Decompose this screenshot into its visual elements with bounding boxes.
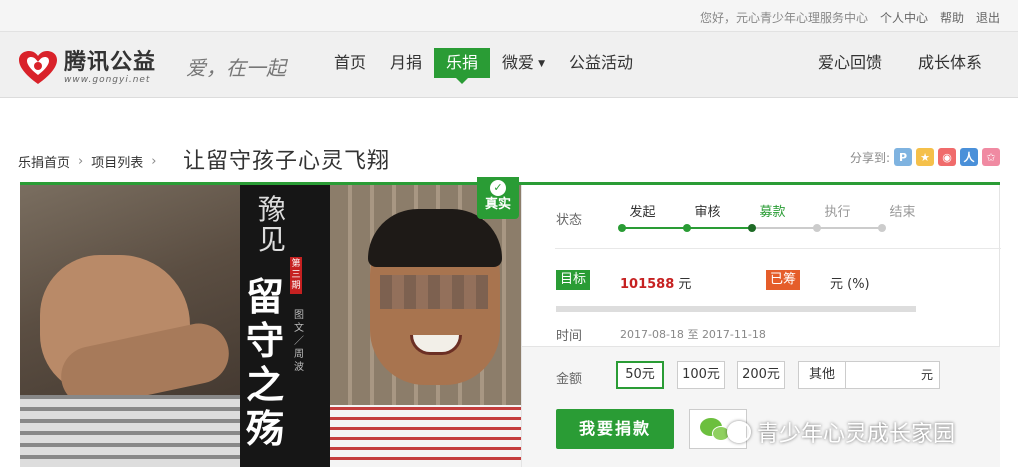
start-date: 2017-08-18: [620, 328, 684, 341]
verified-label: 真实: [484, 197, 511, 212]
step-execution: 执行: [824, 205, 851, 220]
main-nav: 首页 月捐 乐捐 微爱 ▼ 公益活动: [322, 48, 645, 84]
brand-url: www.gongyi.net: [64, 75, 151, 85]
weibo-icon[interactable]: ◉: [938, 148, 956, 166]
target-unit: 元: [678, 277, 692, 292]
top-bar: 您好，元心青少年心理服务中心 个人中心 帮助 退出: [0, 0, 1018, 32]
project-photo: 豫见 第三期 留守之殇 图文／周波: [20, 185, 521, 467]
nav-item-activities[interactable]: 公益活动: [557, 48, 645, 78]
nav-item-weiai[interactable]: 微爱 ▼: [490, 48, 557, 78]
watermark-text: 青少年心灵成长家园: [757, 422, 956, 447]
nav-item-monthly[interactable]: 月捐: [378, 48, 434, 78]
watermark: 青少年心灵成长家园: [727, 416, 955, 448]
fundraising-progress-bar: [556, 306, 916, 312]
nav-item-weiai-label: 微爱: [502, 53, 535, 72]
project-status-panel: 状态 发起 审核 募款 执行 结束 目标 101588 元 已筹 元 (%) 时…: [521, 185, 1001, 347]
share-bar: 分享到: P ★ ◉ 人 ✩: [850, 148, 1000, 166]
renren-icon[interactable]: 人: [960, 148, 978, 166]
step-dot: [813, 224, 821, 232]
chevron-right-icon: ›: [78, 154, 84, 169]
raised-tag: 已筹: [766, 270, 801, 290]
step-initiated: 发起: [629, 205, 656, 220]
logout-link[interactable]: 退出: [976, 9, 1000, 26]
issue-label: 第三期: [290, 257, 302, 294]
brand-name: 腾讯公益: [64, 50, 157, 75]
time-range: 2017-08-18 至 2017-11-18: [620, 326, 766, 342]
target-amount: 101588 元: [620, 273, 691, 292]
status-label: 状态: [556, 213, 583, 228]
time-label: 时间: [556, 329, 583, 344]
help-link[interactable]: 帮助: [940, 9, 964, 26]
raised-amount: 元 (%): [830, 277, 870, 292]
donation-panel: 金额 50元 100元 200元 其他 元 我要捐款: [521, 347, 1000, 467]
date-separator: 至: [687, 328, 699, 341]
favorite-icon[interactable]: ✩: [982, 148, 1000, 166]
site-header: 腾讯公益 www.gongyi.net 爱，在一起 首页 月捐 乐捐 微爱 ▼ 公…: [0, 32, 1018, 98]
verified-badge: ✓ 真实: [477, 177, 519, 219]
site-logo[interactable]: 腾讯公益 www.gongyi.net: [18, 50, 156, 86]
nav-item-lejuan[interactable]: 乐捐: [434, 48, 491, 84]
qzone-icon[interactable]: P: [894, 148, 912, 166]
breadcrumb-home-link[interactable]: 乐捐首页: [18, 152, 70, 171]
amount-option-other[interactable]: 其他: [798, 361, 846, 389]
crying-child-image: [20, 185, 240, 467]
step-review: 审核: [694, 205, 721, 220]
star-icon[interactable]: ★: [916, 148, 934, 166]
nav-item-growth[interactable]: 成长体系: [918, 48, 982, 78]
target-tag: 目标: [556, 270, 591, 290]
nav-item-rewards[interactable]: 爱心回馈: [818, 48, 882, 78]
band-title: 豫见: [258, 193, 287, 256]
photo-headline: 留守之殇: [246, 275, 285, 451]
amount-option-200[interactable]: 200元: [737, 361, 785, 389]
step-dot: [683, 224, 691, 232]
step-dot: [878, 224, 886, 232]
heart-logo-icon: [19, 51, 57, 84]
step-dot-current: [748, 224, 756, 232]
photo-title-band: 豫见 第三期 留守之殇 图文／周波: [240, 185, 330, 467]
step-finished: 结束: [889, 205, 916, 220]
greeting-text: 您好，元心青少年心理服务中心: [699, 11, 868, 25]
page-title: 让留守孩子心灵飞翔: [183, 149, 391, 174]
target-amount-value: 101588: [620, 277, 675, 292]
breadcrumb-list-link[interactable]: 项目列表: [91, 152, 143, 171]
slogan: 爱，在一起: [186, 56, 286, 80]
photo-credit: 图文／周波: [294, 310, 304, 373]
nav-item-home[interactable]: 首页: [322, 48, 378, 78]
chevron-right-icon: ›: [151, 154, 157, 169]
panel-divider: [555, 248, 1001, 249]
status-steps: 发起 审核 募款 执行 结束: [610, 201, 935, 220]
amount-label: 金额: [556, 372, 583, 387]
amount-option-100[interactable]: 100元: [677, 361, 725, 389]
chevron-down-icon: ▼: [538, 58, 545, 69]
step-dot: [618, 224, 626, 232]
checkmark-icon: ✓: [490, 180, 506, 196]
share-label: 分享到:: [849, 150, 890, 165]
donate-button[interactable]: 我要捐款: [556, 409, 674, 449]
breadcrumb: 乐捐首页 › 项目列表 ›: [18, 152, 156, 171]
step-fundraising: 募款: [759, 205, 786, 220]
watermark-icon: [727, 421, 751, 443]
amount-option-50[interactable]: 50元: [616, 361, 664, 389]
end-date: 2017-11-18: [701, 328, 766, 341]
secondary-nav: 爱心回馈 成长体系: [818, 48, 982, 78]
smiling-child-image: [330, 185, 521, 467]
personal-center-link[interactable]: 个人中心: [880, 9, 928, 26]
other-amount-input[interactable]: 元: [845, 361, 940, 389]
account-links: 您好，元心青少年心理服务中心 个人中心 帮助 退出: [700, 9, 1000, 26]
